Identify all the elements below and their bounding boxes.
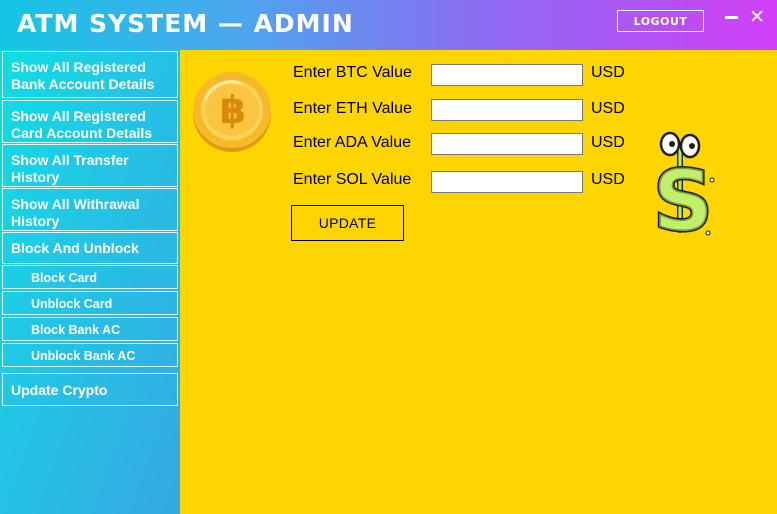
ada-value-input[interactable] — [431, 133, 583, 155]
eth-value-input[interactable] — [431, 99, 583, 121]
sidebar-nav: Show All Registered Bank Account Details… — [0, 50, 180, 514]
admin-window: ATM SYSTEM — ADMIN LOGOUT ✕ Show All Reg… — [0, 0, 777, 514]
ada-label: Enter ADA Value — [293, 134, 411, 151]
btc-unit: USD — [591, 64, 625, 81]
sidebar-item-bank-accounts[interactable]: Show All Registered Bank Account Details — [2, 51, 178, 98]
sidebar-item-block-bank-ac[interactable]: Block Bank AC — [2, 317, 178, 341]
close-icon[interactable]: ✕ — [748, 6, 766, 28]
dollar-sign-character-icon: S S — [651, 131, 715, 242]
logout-button[interactable]: LOGOUT — [617, 10, 704, 32]
eth-unit: USD — [591, 100, 625, 117]
sidebar-item-block-unblock[interactable]: Block And Unblock — [2, 232, 178, 264]
title-bar: ATM SYSTEM — ADMIN LOGOUT ✕ — [0, 0, 777, 50]
btc-value-input[interactable] — [431, 64, 583, 86]
bitcoin-coin-icon: ฿ — [193, 72, 271, 152]
sol-value-input[interactable] — [431, 171, 583, 193]
sidebar-item-unblock-bank-ac[interactable]: Unblock Bank AC — [2, 343, 178, 367]
sidebar-item-unblock-card[interactable]: Unblock Card — [2, 291, 178, 315]
sidebar-item-card-accounts[interactable]: Show All Registered Card Account Details — [2, 100, 178, 143]
sol-label: Enter SOL Value — [293, 171, 412, 188]
ada-unit: USD — [591, 134, 625, 151]
svg-text:S: S — [653, 152, 714, 242]
sidebar-item-withdrawal-history[interactable]: Show All Withrawal History — [2, 188, 178, 231]
app-title: ATM SYSTEM — ADMIN — [17, 9, 354, 38]
sol-unit: USD — [591, 171, 625, 188]
sidebar-item-transfer-history[interactable]: Show All Transfer History — [2, 144, 178, 187]
update-button[interactable]: UPDATE — [291, 205, 404, 241]
svg-text:฿: ฿ — [220, 88, 246, 132]
eth-label: Enter ETH Value — [293, 100, 412, 117]
sidebar-item-update-crypto[interactable]: Update Crypto — [2, 373, 178, 406]
btc-label: Enter BTC Value — [293, 64, 412, 81]
minimize-icon[interactable] — [722, 8, 740, 28]
sidebar-item-block-card[interactable]: Block Card — [2, 265, 178, 289]
